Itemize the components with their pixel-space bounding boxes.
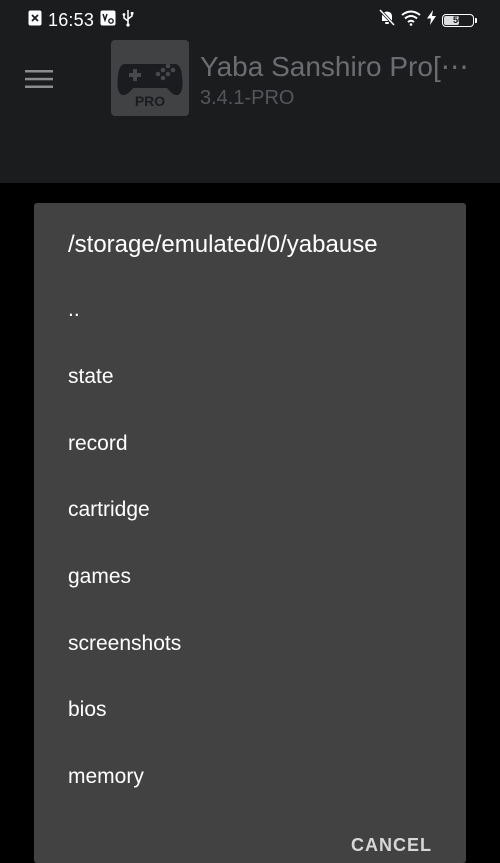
app-icon: PRO xyxy=(111,40,189,116)
usb-icon xyxy=(122,9,134,32)
battery-level-text: 50 xyxy=(452,14,463,25)
directory-item-games[interactable]: games xyxy=(34,544,466,611)
directory-item-state[interactable]: state xyxy=(34,344,466,411)
status-bar-right: 50 xyxy=(378,8,477,31)
directory-list: .. state record cartridge games screensh… xyxy=(34,277,466,811)
hamburger-menu-icon xyxy=(25,70,53,88)
hamburger-menu-button[interactable] xyxy=(20,60,58,98)
charging-bolt-icon xyxy=(427,10,436,30)
battery-icon: 50 xyxy=(442,13,477,27)
status-bar-left: 16:53 xyxy=(28,9,134,31)
status-time: 16:53 xyxy=(48,9,95,30)
vo-lte-icon xyxy=(100,10,116,31)
app-version: 3.4.1-PRO xyxy=(200,87,295,109)
bell-off-icon xyxy=(378,8,396,31)
wifi-icon xyxy=(401,10,421,31)
cancel-button[interactable]: CANCEL xyxy=(351,835,432,856)
app-bar: PRO Yaba Sanshiro Pro[⋯ 3.4.1-PRO xyxy=(0,40,500,183)
app-title: Yaba Sanshiro Pro[⋯ xyxy=(200,51,469,82)
directory-dialog: /storage/emulated/0/yabause .. state rec… xyxy=(34,203,466,863)
dialog-title: /storage/emulated/0/yabause xyxy=(68,231,378,258)
directory-item-bios[interactable]: bios xyxy=(34,677,466,744)
directory-item-screenshots[interactable]: screenshots xyxy=(34,610,466,677)
directory-item-cartridge[interactable]: cartridge xyxy=(34,477,466,544)
status-bar: 16:53 50 xyxy=(0,0,500,40)
close-notification-icon xyxy=(28,10,42,31)
directory-item-record[interactable]: record xyxy=(34,410,466,477)
directory-item-parent[interactable]: .. xyxy=(34,277,466,344)
directory-item-memory[interactable]: memory xyxy=(34,744,466,811)
app-icon-badge: PRO xyxy=(135,93,165,109)
gamepad-icon: PRO xyxy=(117,63,183,109)
